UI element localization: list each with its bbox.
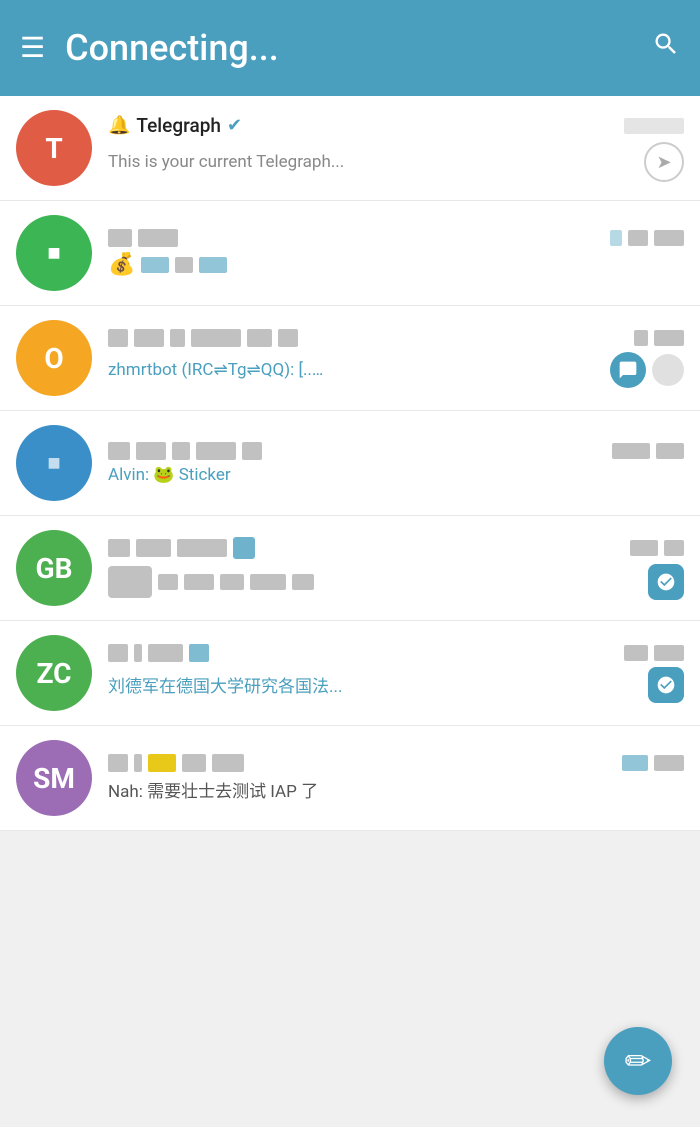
avatar-letter: T [45, 132, 62, 165]
app-title: Connecting... [65, 27, 632, 69]
avatar-letter: ZC [37, 657, 72, 690]
chat-item-sm[interactable]: SM Nah: 需要壮士去测试 IAP 了 [0, 726, 700, 831]
mute-icon: 🔔 [108, 115, 130, 136]
menu-button[interactable]: ☰ [20, 34, 45, 62]
avatar-letter: ■ [47, 450, 60, 476]
avatar-green1: ■ [16, 215, 92, 291]
avatar-telegraph: T [16, 110, 92, 186]
chat-preview-orange1: zhmrtbot (IRC⇌Tg⇌QQ): [..… [108, 360, 323, 380]
chat-list: T 🔔 Telegraph ✔ This is your current Tel… [0, 96, 700, 831]
chat-preview-blue1: Alvin: 🐸 Sticker [108, 465, 231, 485]
chat-item-telegraph[interactable]: T 🔔 Telegraph ✔ This is your current Tel… [0, 96, 700, 201]
avatar-letter: SM [33, 762, 75, 795]
compose-button[interactable]: ✏ [604, 1027, 672, 1095]
avatar-sm: SM [16, 740, 92, 816]
avatar-gb: GB [16, 530, 92, 606]
badge-muted-orange [652, 354, 684, 386]
search-button[interactable] [652, 30, 680, 66]
compose-icon: ✏ [625, 1042, 652, 1080]
chat-item-blue1[interactable]: ■ Alvin: 🐸 Sticker [0, 411, 700, 516]
badge-gb [648, 564, 684, 600]
chat-content-telegraph: 🔔 Telegraph ✔ This is your current Teleg… [108, 114, 684, 182]
share-icon[interactable]: ➤ [644, 142, 684, 182]
chat-content-sm: Nah: 需要壮士去测试 IAP 了 [108, 754, 684, 802]
top-bar: ☰ Connecting... [0, 0, 700, 96]
badge-icon-orange [610, 352, 646, 388]
avatar-letter: ■ [47, 240, 60, 266]
menu-icon: ☰ [20, 31, 45, 64]
chat-preview-sm: Nah: 需要壮士去测试 IAP 了 [108, 782, 318, 802]
chat-name-telegraph: Telegraph [136, 114, 221, 137]
avatar-letter: GB [36, 552, 73, 585]
chat-item-gb[interactable]: GB [0, 516, 700, 621]
chat-content-green1: 💰 [108, 229, 684, 277]
verified-icon: ✔ [227, 115, 242, 136]
chat-preview-zc: 刘德军在德国大学研究各国法... [108, 677, 342, 697]
avatar-letter: O [44, 342, 63, 375]
chat-preview-telegraph: This is your current Telegraph... [108, 152, 344, 172]
chat-content-gb [108, 537, 684, 600]
avatar-blue1: ■ [16, 425, 92, 501]
chat-item-orange1[interactable]: O zhmrtbot (IRC⇌Tg⇌QQ): [. [0, 306, 700, 411]
chat-item-green1[interactable]: ■ 💰 [0, 201, 700, 306]
chat-content-zc: 刘德军在德国大学研究各国法... [108, 644, 684, 703]
badge-zc [648, 667, 684, 703]
chat-item-zc[interactable]: ZC 刘德军在德国大学研究各国法... [0, 621, 700, 726]
avatar-orange1: O [16, 320, 92, 396]
search-icon [652, 30, 680, 58]
chat-content-blue1: Alvin: 🐸 Sticker [108, 442, 684, 485]
chat-content-orange1: zhmrtbot (IRC⇌Tg⇌QQ): [..… [108, 329, 684, 388]
avatar-zc: ZC [16, 635, 92, 711]
badge-area-orange1 [610, 352, 684, 388]
